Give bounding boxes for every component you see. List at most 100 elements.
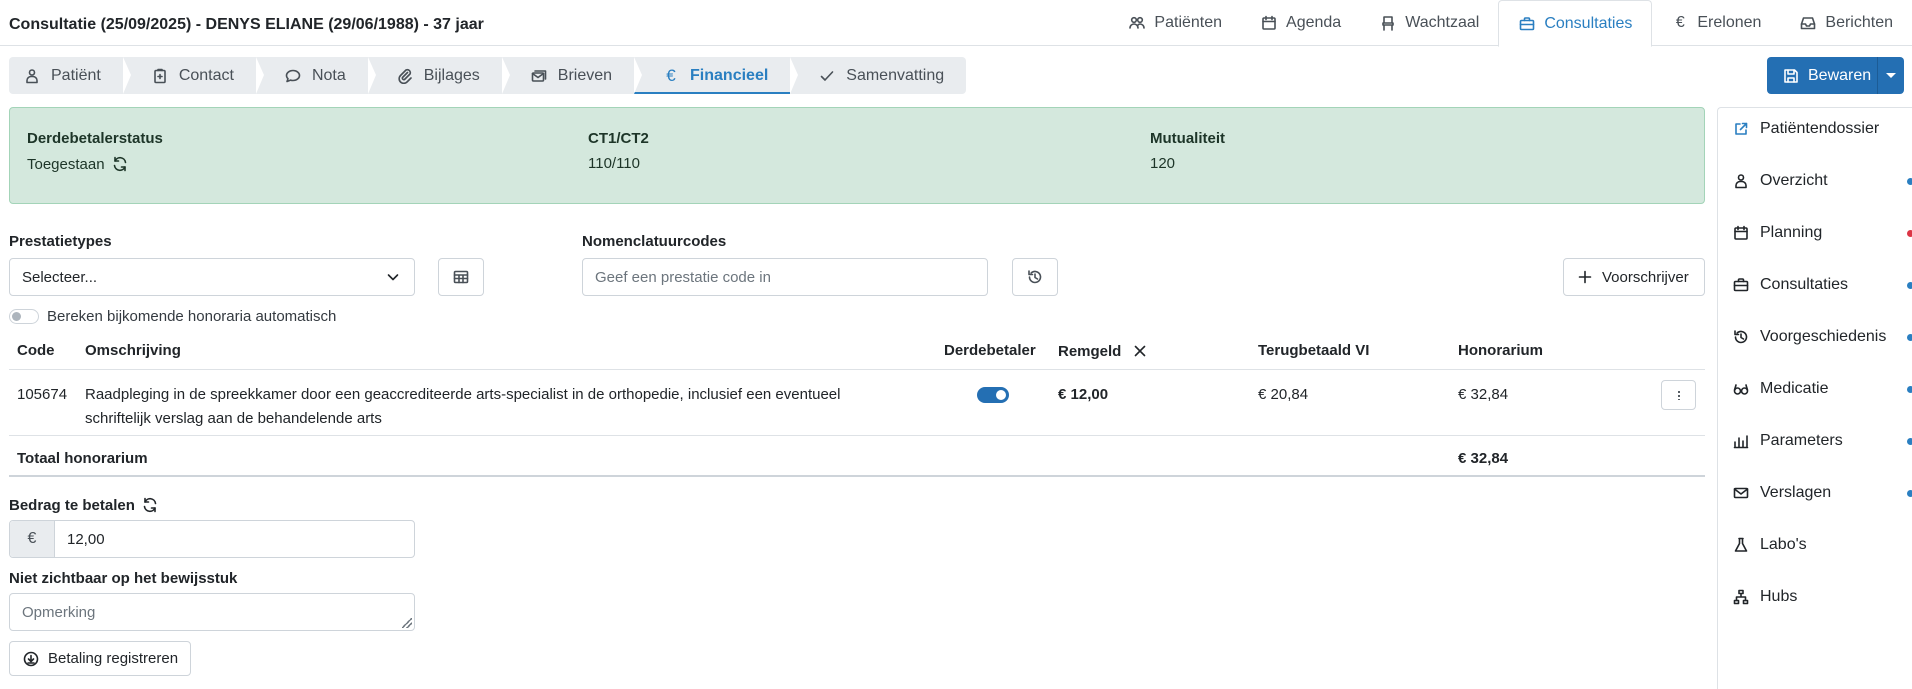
sidebar-item-medicatie[interactable]: Medicatie <box>1732 380 1912 398</box>
nav-patienten[interactable]: Patiënten <box>1109 0 1241 46</box>
mutualiteit-status: Mutualiteit 120 <box>1150 130 1225 172</box>
col-honorarium: Honorarium <box>1458 342 1544 359</box>
derdebetaler-switch-cell <box>977 387 1009 411</box>
euro-icon: € <box>1675 14 1685 31</box>
sidebar-item-parameters[interactable]: Parameters <box>1732 432 1912 450</box>
derdebetaler-status: Derdebetalerstatus Toegestaan <box>27 130 163 173</box>
derdebetaler-switch[interactable] <box>977 387 1009 403</box>
sidebar-item-patientendossier[interactable]: Patiëntendossier <box>1732 120 1912 138</box>
chevron-down-icon <box>384 268 402 286</box>
main-nav: Patiënten Agenda Wachtzaal Consultaties … <box>1109 0 1912 47</box>
active-tab-indicator <box>634 92 791 94</box>
sidebar-item-planning[interactable]: Planning <box>1732 224 1912 242</box>
resize-handle[interactable] <box>402 618 412 628</box>
sidebar-item-consultaties[interactable]: Consultaties <box>1732 276 1912 294</box>
history-button[interactable] <box>1012 258 1058 296</box>
niet-zichtbaar-label: Niet zichtbaar op het bewijsstuk <box>9 570 238 587</box>
tab-samenvatting[interactable]: Samenvatting <box>790 57 966 94</box>
close-icon[interactable] <box>1131 342 1149 360</box>
currency-addon: € <box>10 521 55 557</box>
tab-patient[interactable]: Patiënt <box>9 57 131 94</box>
person-icon <box>23 67 41 85</box>
sidebar-item-label: Hubs <box>1760 588 1798 605</box>
auto-honoraria-toggle[interactable] <box>9 309 39 324</box>
wizard-tabs: Patiënt Contact Nota Bijlages Brieven € … <box>9 57 967 94</box>
sidebar-item-labos[interactable]: Labo's <box>1732 536 1912 554</box>
betaling-registreren-button[interactable]: Betaling registreren <box>9 641 192 676</box>
mutualiteit-value: 120 <box>1150 155 1176 172</box>
caret-down-icon <box>1886 73 1896 78</box>
notification-dot <box>1907 281 1912 289</box>
floppy-disk-icon <box>1782 67 1800 85</box>
col-code: Code <box>17 342 55 359</box>
sidebar-item-label: Parameters <box>1760 432 1843 449</box>
nav-label: Erelonen <box>1697 14 1762 31</box>
betaling-registreren-label: Betaling registreren <box>48 650 179 667</box>
voorschrijver-button[interactable]: Voorschrijver <box>1563 258 1705 296</box>
sidebar-item-verslagen[interactable]: Verslagen <box>1732 484 1912 502</box>
refresh-icon[interactable] <box>141 496 159 514</box>
tab-nota[interactable]: Nota <box>256 57 376 94</box>
row-actions-button[interactable] <box>1661 380 1696 410</box>
history-icon <box>1026 268 1044 286</box>
check-icon <box>818 67 836 85</box>
nav-consultaties[interactable]: Consultaties <box>1498 0 1653 47</box>
save-button[interactable]: Bewaren <box>1767 57 1877 94</box>
nomenclatuur-placeholder: Geef een prestatie code in <box>595 268 771 286</box>
plus-icon <box>1576 268 1594 286</box>
notification-dot <box>1907 177 1912 185</box>
paperclip-icon <box>396 67 414 85</box>
sidebar-item-label: Medicatie <box>1760 380 1829 397</box>
save-options-toggle[interactable] <box>1877 57 1904 94</box>
history-icon <box>1732 328 1750 346</box>
sidebar-item-voorgeschiedenis[interactable]: Voorgeschiedenis <box>1732 328 1912 346</box>
tab-financieel[interactable]: € Financieel <box>634 57 799 94</box>
nav-agenda[interactable]: Agenda <box>1241 0 1360 46</box>
cell-omschrijving: Raadpleging in de spreekkamer door een g… <box>85 383 925 431</box>
nav-erelonen[interactable]: € Erelonen <box>1652 0 1780 46</box>
right-sidebar: Patiëntendossier Overzicht Planning Cons… <box>1717 107 1912 689</box>
nav-wachtzaal[interactable]: Wachtzaal <box>1360 0 1498 46</box>
glasses-icon <box>1732 380 1750 398</box>
tab-label: Samenvatting <box>846 66 945 84</box>
clipboard-icon <box>151 67 169 85</box>
chat-icon <box>284 67 302 85</box>
col-derdebetaler: Derdebetaler <box>944 342 1036 359</box>
nav-berichten[interactable]: Berichten <box>1780 0 1912 46</box>
tab-label: Financieel <box>690 66 769 84</box>
nav-label: Consultaties <box>1544 14 1633 32</box>
bedrag-input[interactable]: 12,00 <box>55 521 117 557</box>
insurance-status-panel: Derdebetalerstatus Toegestaan CT1/CT2 11… <box>9 107 1705 204</box>
derdebetaler-status-value: Toegestaan <box>27 155 105 173</box>
tab-contact[interactable]: Contact <box>123 57 265 94</box>
nav-label: Patiënten <box>1154 14 1223 31</box>
bar-chart-icon <box>1732 432 1750 450</box>
auto-honoraria-row: Bereken bijkomende honoraria automatisch <box>9 308 336 325</box>
sidebar-item-label: Consultaties <box>1760 276 1849 293</box>
cell-honorarium: € 32,84 <box>1458 386 1509 403</box>
tab-brieven[interactable]: Brieven <box>502 57 643 94</box>
sidebar-item-label: Overzicht <box>1760 172 1828 189</box>
sidebar-item-label: Voorgeschiedenis <box>1760 328 1887 345</box>
calendar-icon <box>1732 224 1750 242</box>
ct-label: CT1/CT2 <box>588 130 649 147</box>
sidebar-item-overzicht[interactable]: Overzicht <box>1732 172 1912 190</box>
opmerking-textarea[interactable]: Opmerking <box>9 593 415 631</box>
sidebar-item-hubs[interactable]: Hubs <box>1732 588 1912 606</box>
nav-label: Wachtzaal <box>1405 14 1480 31</box>
notification-dot <box>1907 333 1912 341</box>
bedrag-label: Bedrag te betalen <box>9 496 135 514</box>
prestatietypes-select[interactable]: Selecteer... <box>9 258 415 296</box>
nomenclatuur-input[interactable]: Geef een prestatie code in <box>582 258 988 296</box>
download-icon <box>22 650 40 668</box>
refresh-icon[interactable] <box>111 155 129 173</box>
more-vertical-icon <box>1677 390 1680 400</box>
sidebar-item-label: Labo's <box>1760 536 1807 553</box>
total-label: Totaal honorarium <box>17 450 148 467</box>
prestatietypes-label: Prestatietypes <box>9 233 112 250</box>
tab-bijlages[interactable]: Bijlages <box>368 57 510 94</box>
omschrijving-line-1: Raadpleging in de spreekkamer door een g… <box>85 386 841 403</box>
euro-icon: € <box>666 65 676 85</box>
chair-icon <box>1379 14 1397 32</box>
table-view-button[interactable] <box>438 258 484 296</box>
